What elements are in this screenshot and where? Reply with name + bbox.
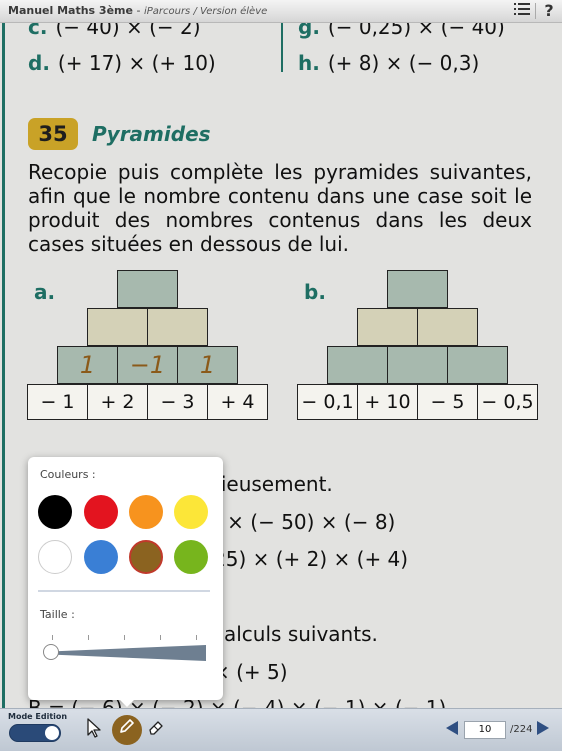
pyramid-b-top-cell[interactable] bbox=[387, 270, 448, 308]
pyramid-b-label: b. bbox=[304, 280, 326, 304]
exercise-item-d: d. (+ 17) × (+ 10) bbox=[28, 51, 216, 75]
exercise-title: Pyramides bbox=[92, 122, 211, 146]
edit-mode-toggle[interactable] bbox=[9, 724, 61, 742]
toolbar-divider bbox=[535, 3, 536, 19]
toggle-knob bbox=[45, 726, 59, 740]
size-slider-thumb[interactable] bbox=[43, 644, 59, 660]
pyramid-a-row3-cell[interactable]: −1 bbox=[117, 346, 178, 384]
next-exercise-text: calculs suivants. bbox=[213, 622, 378, 646]
size-slider-track[interactable] bbox=[44, 645, 206, 661]
pyramid-a-row2-cell[interactable] bbox=[147, 308, 208, 346]
pyramid-b-base-cell: − 5 bbox=[417, 384, 478, 420]
total-pages: /224 bbox=[510, 724, 533, 735]
pyramid-a-top-cell[interactable] bbox=[117, 270, 178, 308]
color-swatch-red[interactable] bbox=[84, 495, 118, 529]
eraser-icon[interactable] bbox=[144, 718, 168, 742]
popup-divider bbox=[38, 590, 210, 592]
colors-label: Couleurs : bbox=[40, 468, 96, 481]
pyramid-b-base-cell: − 0,1 bbox=[297, 384, 358, 420]
popup-pointer bbox=[118, 698, 136, 707]
next-exercise-text: ) × (− 50) × (− 8) bbox=[213, 510, 396, 534]
page-number-input[interactable]: 10 bbox=[464, 721, 506, 739]
pyramid-b-row2-cell[interactable] bbox=[417, 308, 478, 346]
pyramid-a-base-cell: − 1 bbox=[27, 384, 88, 420]
pointer-icon[interactable] bbox=[82, 718, 106, 742]
color-swatch-green[interactable] bbox=[174, 540, 208, 574]
left-margin-rule bbox=[2, 0, 5, 708]
pyramid-b-row3-cell[interactable] bbox=[327, 346, 388, 384]
next-exercise-text: tieusement. bbox=[213, 472, 333, 496]
list-icon[interactable] bbox=[513, 2, 531, 20]
color-swatch-yellow[interactable] bbox=[174, 495, 208, 529]
color-swatch-orange[interactable] bbox=[129, 495, 163, 529]
pyramid-a-label: a. bbox=[34, 280, 56, 304]
pyramid-a-row2-cell[interactable] bbox=[87, 308, 148, 346]
pyramid-b-base-cell: + 10 bbox=[357, 384, 418, 420]
next-exercise-text: × (+ 5) bbox=[213, 660, 288, 684]
exercise-instructions: Recopie puis complète les pyramides suiv… bbox=[28, 160, 532, 256]
pyramid-a-base-cell: + 2 bbox=[87, 384, 148, 420]
slider-tick bbox=[124, 635, 125, 640]
slider-tick bbox=[88, 635, 89, 640]
exercise-item-h: h. (+ 8) × (− 0,3) bbox=[298, 51, 480, 75]
next-exercise-text: 25) × (+ 2) × (+ 4) bbox=[213, 547, 409, 571]
help-icon[interactable]: ? bbox=[540, 2, 558, 20]
pyramid-b-row3-cell[interactable] bbox=[447, 346, 508, 384]
slider-tick bbox=[52, 635, 53, 640]
pyramid-a-row3-cell[interactable]: 1 bbox=[177, 346, 238, 384]
bottom-toolbar: Mode Edition 10 /224 bbox=[0, 708, 562, 751]
size-label: Taille : bbox=[40, 608, 75, 621]
document-title: Manuel Maths 3ème - iParcours / Version … bbox=[8, 4, 268, 17]
slider-tick bbox=[160, 635, 161, 640]
slider-tick bbox=[196, 635, 197, 640]
pyramid-a-base-cell: + 4 bbox=[207, 384, 268, 420]
pen-icon[interactable] bbox=[112, 715, 142, 745]
pyramid-a-base-cell: − 3 bbox=[147, 384, 208, 420]
previous-page-icon[interactable] bbox=[446, 721, 458, 735]
color-swatch-brown-selected[interactable] bbox=[129, 540, 163, 574]
exercise-number-badge: 35 bbox=[28, 118, 78, 150]
top-toolbar: Manuel Maths 3ème - iParcours / Version … bbox=[0, 0, 562, 23]
color-picker-popup: Couleurs : Taille : bbox=[28, 457, 223, 707]
pyramid-b-row3-cell[interactable] bbox=[387, 346, 448, 384]
color-swatch-white[interactable] bbox=[38, 540, 72, 574]
color-swatch-blue[interactable] bbox=[84, 540, 118, 574]
color-swatch-black[interactable] bbox=[38, 495, 72, 529]
pyramid-b-row2-cell[interactable] bbox=[357, 308, 418, 346]
next-page-icon[interactable] bbox=[537, 721, 549, 735]
edit-mode-label: Mode Edition bbox=[8, 712, 68, 721]
pyramid-a-row3-cell[interactable]: 1 bbox=[57, 346, 118, 384]
pyramid-b-base-cell: − 0,5 bbox=[477, 384, 538, 420]
